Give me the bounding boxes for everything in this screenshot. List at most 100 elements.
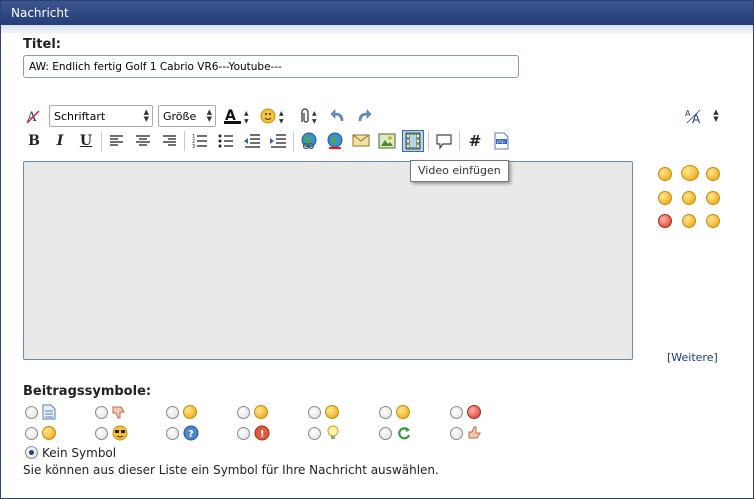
redo-icon: [358, 109, 372, 122]
remove-link-button[interactable]: [324, 130, 346, 152]
align-center-icon: [136, 135, 150, 146]
lightbulb-icon: [325, 425, 341, 441]
size-select-value: Größe: [163, 109, 197, 123]
question-icon: ?: [183, 425, 199, 441]
smilies-menu-button[interactable]: ▲ ▼: [259, 105, 291, 127]
svg-text:3: 3: [192, 144, 195, 149]
post-icon-radio[interactable]: [166, 427, 179, 440]
document-icon: [41, 404, 57, 420]
size-select-arrows-icon: ▲ ▼: [206, 108, 212, 123]
title-label: Titel:: [23, 37, 62, 52]
insert-php-button[interactable]: php: [490, 130, 512, 152]
smiley-laugh-icon[interactable]: [658, 191, 672, 205]
svg-text:▲: ▲: [312, 110, 317, 117]
refresh-arrow-icon: [396, 425, 412, 441]
post-icon-radio[interactable]: [450, 427, 463, 440]
indent-button[interactable]: [267, 130, 289, 152]
message-panel: Nachricht Titel: A Schriftart ▲▼ Größe ▲…: [0, 0, 754, 499]
post-icons-label: Beitragssymbole:: [23, 384, 152, 399]
unordered-list-icon: [218, 134, 233, 148]
smiley-grin-icon: [325, 405, 339, 419]
post-icon-radio[interactable]: [25, 406, 38, 419]
smiley-sad-icon: [396, 405, 410, 419]
switch-editor-mode-button[interactable]: AA: [683, 105, 705, 127]
smiley-grin-icon[interactable]: [706, 167, 720, 181]
post-icon-radio[interactable]: [95, 427, 108, 440]
text-color-button[interactable]: A ▲ ▼: [221, 105, 255, 127]
svg-text:▼: ▼: [279, 118, 284, 125]
toolbar-right: AA ▲ ▼: [683, 105, 727, 127]
post-icon-radio[interactable]: [450, 406, 463, 419]
align-left-icon: [110, 135, 123, 146]
svg-text:▼: ▼: [244, 118, 249, 125]
align-left-button[interactable]: [106, 130, 128, 152]
panel-header: Nachricht: [1, 1, 753, 25]
outdent-icon: [244, 134, 260, 148]
smiley-cool-icon[interactable]: [681, 165, 699, 181]
bold-button[interactable]: B: [23, 130, 45, 152]
smiley-icon: ▲▼: [260, 108, 284, 125]
insert-quote-button[interactable]: [433, 130, 455, 152]
toolbar-row-2: B I U 123 # php: [23, 130, 516, 152]
title-input[interactable]: [23, 55, 519, 78]
smiley-happy-icon[interactable]: [682, 191, 696, 205]
resize-editor-button[interactable]: ▲ ▼: [709, 105, 723, 127]
speech-bubble-icon: [436, 134, 452, 150]
insert-code-button[interactable]: #: [464, 130, 486, 152]
toolbar-separator: [101, 131, 102, 151]
post-icon-radio[interactable]: [237, 427, 250, 440]
font-resize-icon: AA: [685, 109, 701, 125]
film-strip-icon: [405, 132, 421, 150]
smiley-wink-icon[interactable]: [706, 191, 720, 205]
unordered-list-button[interactable]: [215, 130, 237, 152]
text-color-icon: A ▲▼: [224, 108, 249, 125]
smiley-angry-icon[interactable]: [658, 214, 672, 228]
no-icon-radio[interactable]: [25, 446, 38, 459]
align-center-button[interactable]: [132, 130, 154, 152]
italic-button[interactable]: I: [49, 130, 71, 152]
align-right-button[interactable]: [158, 130, 180, 152]
smiley-sad-icon[interactable]: [706, 214, 720, 228]
smiley-confused-icon[interactable]: [682, 214, 696, 228]
php-document-icon: php: [494, 132, 509, 150]
more-smilies-link[interactable]: [Weitere]: [667, 351, 718, 364]
font-select[interactable]: Schriftart ▲ ▼: [49, 105, 153, 127]
attachment-button[interactable]: ▲ ▼: [295, 105, 323, 127]
video-tooltip: Video einfügen: [410, 160, 509, 182]
post-icon-radio[interactable]: [95, 406, 108, 419]
toolbar-separator: [184, 131, 185, 151]
post-icon-radio[interactable]: [308, 406, 321, 419]
thumbs-up-icon: [467, 425, 483, 441]
smiley-angry-icon: [467, 405, 481, 419]
underline-button[interactable]: U: [75, 130, 97, 152]
toolbar-row-1: A Schriftart ▲▼ Größe ▲▼ A▲▼ ▲▼ ▲▼: [23, 105, 379, 127]
post-icon-radio[interactable]: [379, 427, 392, 440]
insert-link-button[interactable]: [298, 130, 320, 152]
size-select[interactable]: Größe ▲ ▼: [158, 105, 216, 127]
post-icon-radio[interactable]: [25, 427, 38, 440]
outdent-button[interactable]: [241, 130, 263, 152]
smiley-smile-icon[interactable]: [658, 167, 672, 181]
align-right-icon: [163, 135, 176, 146]
remove-format-button[interactable]: A: [23, 105, 45, 127]
indent-icon: [270, 134, 286, 148]
undo-icon: [330, 109, 344, 122]
font-select-arrows-icon: ▲ ▼: [143, 108, 149, 123]
post-icon-radio[interactable]: [379, 406, 392, 419]
svg-text:▲: ▲: [279, 110, 284, 117]
insert-image-button[interactable]: [376, 130, 398, 152]
envelope-icon: [352, 134, 370, 147]
message-editor[interactable]: [23, 161, 633, 360]
insert-video-button[interactable]: [402, 130, 424, 152]
post-icon-radio[interactable]: [166, 406, 179, 419]
insert-email-button[interactable]: [350, 130, 372, 152]
resize-arrows-icon: ▲ ▼: [713, 108, 719, 123]
undo-button[interactable]: [327, 105, 349, 127]
ordered-list-button[interactable]: 123: [189, 130, 211, 152]
smiley-wink-icon: [42, 426, 56, 440]
svg-text:php: php: [497, 139, 505, 144]
post-icon-radio[interactable]: [237, 406, 250, 419]
post-icon-radio[interactable]: [308, 427, 321, 440]
svg-text:▼: ▼: [312, 118, 317, 125]
redo-button[interactable]: [353, 105, 375, 127]
